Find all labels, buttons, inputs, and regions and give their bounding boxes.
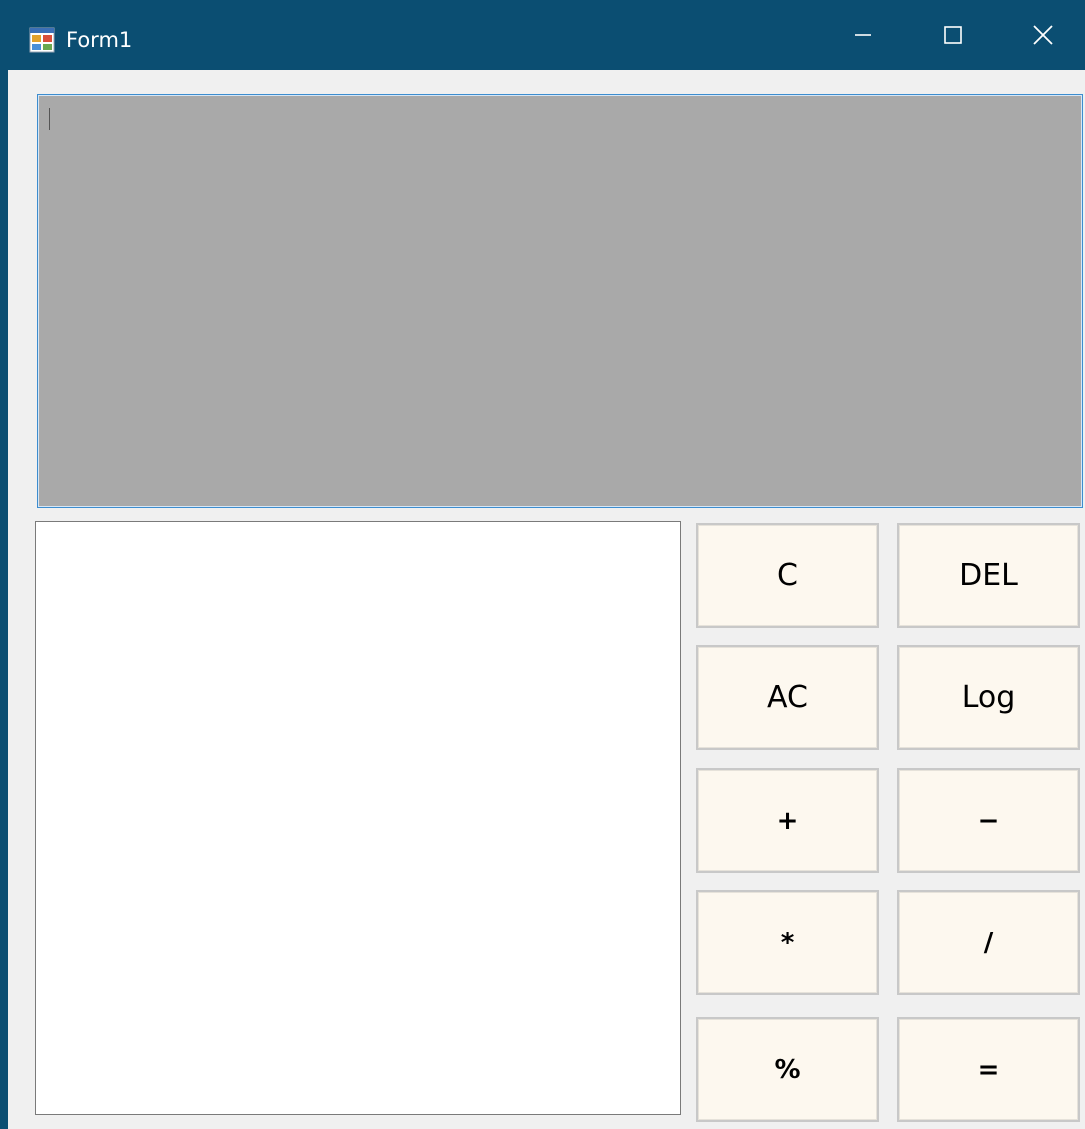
result-display[interactable] xyxy=(37,94,1083,508)
clear-entry-button[interactable]: C xyxy=(696,523,879,628)
window-title: Form1 xyxy=(66,28,133,52)
close-button[interactable] xyxy=(998,0,1085,70)
maximize-button[interactable] xyxy=(908,0,998,70)
add-button[interactable]: + xyxy=(696,768,879,873)
log-button[interactable]: Log xyxy=(897,645,1080,750)
equals-button[interactable]: = xyxy=(897,1017,1080,1122)
multiply-button[interactable]: * xyxy=(696,890,879,995)
title-bar[interactable]: Form1 xyxy=(8,0,1085,70)
minimize-button[interactable] xyxy=(818,0,908,70)
history-list[interactable] xyxy=(35,521,681,1115)
app-window: Form1 C DEL AC Log + − * / % = xyxy=(0,0,1085,1129)
divide-button[interactable]: / xyxy=(897,890,1080,995)
subtract-button[interactable]: − xyxy=(897,768,1080,873)
winforms-app-icon xyxy=(29,27,55,53)
text-caret xyxy=(49,108,50,130)
close-icon xyxy=(1033,25,1053,45)
minimize-icon xyxy=(855,34,871,36)
percent-button[interactable]: % xyxy=(696,1017,879,1122)
maximize-icon xyxy=(944,26,962,44)
all-clear-button[interactable]: AC xyxy=(696,645,879,750)
delete-button[interactable]: DEL xyxy=(897,523,1080,628)
